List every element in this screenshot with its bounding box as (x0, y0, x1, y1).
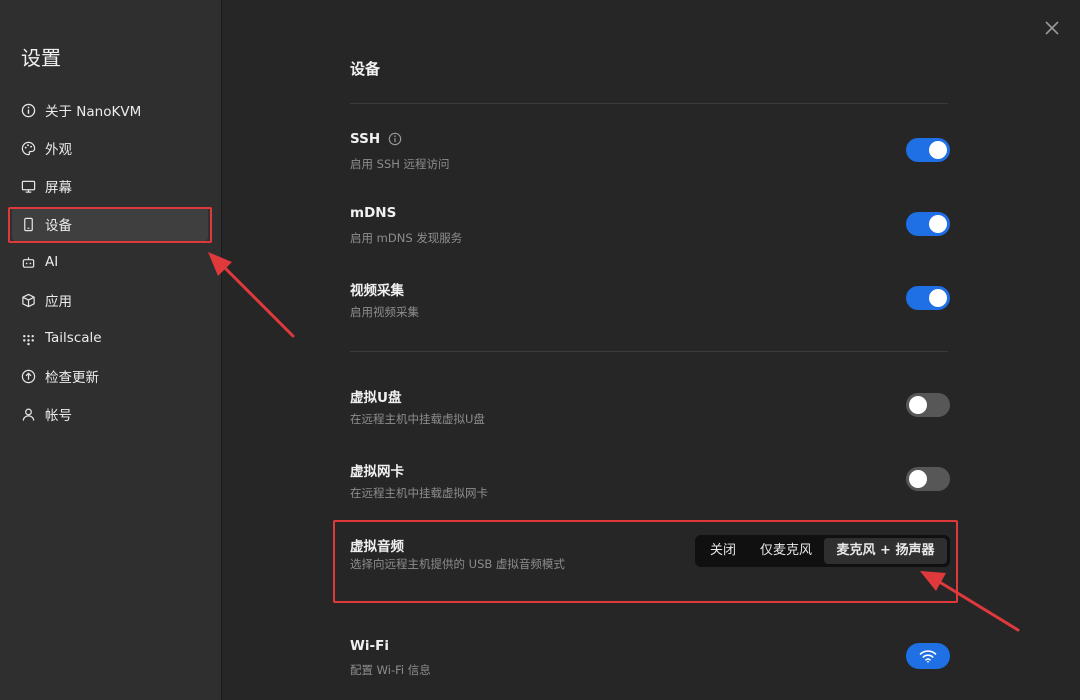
arrow-to-device-item (208, 252, 295, 338)
annotation-arrows (208, 252, 1020, 632)
arrow-to-audio-mode (920, 571, 1020, 632)
